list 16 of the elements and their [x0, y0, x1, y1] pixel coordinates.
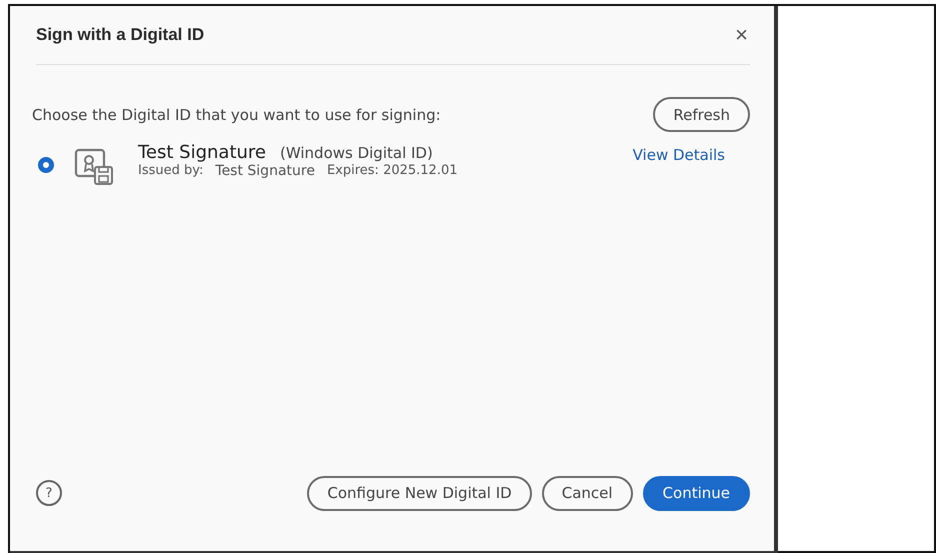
id-type: (Windows Digital ID) [280, 144, 433, 162]
refresh-button[interactable]: Refresh [653, 97, 750, 132]
dialog-title: Sign with a Digital ID [36, 25, 204, 45]
dialog-button[interactable]: Cancel [542, 476, 633, 510]
instruction-text: Choose the Digital ID that you want to use for signing: [32, 106, 441, 124]
close-button[interactable]: × [733, 22, 750, 48]
continue-button[interactable]: Continue [642, 476, 750, 510]
issuer-name: Test Signature [215, 163, 315, 179]
help-icon[interactable]: ? [36, 480, 62, 506]
view-details-link[interactable]: View Details [632, 146, 725, 164]
dialog-button[interactable]: Configure New Digital ID [307, 476, 532, 510]
issued-by-label: Issued by: [138, 163, 204, 179]
radio-button[interactable] [38, 157, 54, 173]
certificate-icon [74, 146, 114, 186]
id-name: Test Signature [138, 142, 266, 163]
expiry-date: Expires: 2025.12.01 [326, 163, 458, 179]
